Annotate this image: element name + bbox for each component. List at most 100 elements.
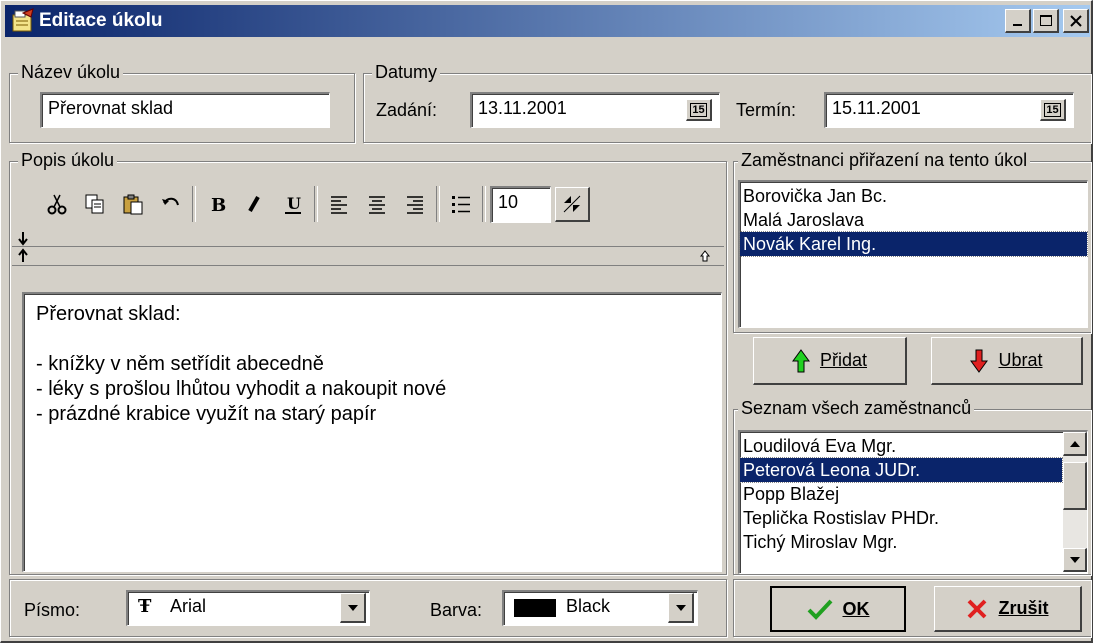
- copy-button[interactable]: [78, 187, 112, 221]
- font-dropdown-button[interactable]: [340, 593, 366, 623]
- align-right-button[interactable]: [398, 187, 432, 221]
- cancel-button[interactable]: Zrušit: [934, 586, 1082, 632]
- undo-button[interactable]: [154, 187, 188, 221]
- align-center-icon: [369, 196, 385, 214]
- font-size-spinner[interactable]: [555, 186, 590, 222]
- scroll-up-button[interactable]: [1063, 432, 1087, 456]
- italic-button[interactable]: [238, 187, 272, 221]
- list-item[interactable]: Teplička Rostislav PHDr.: [740, 506, 1062, 530]
- assigned-date-label: Zadání:: [376, 100, 438, 120]
- all-employees-group: Seznam všech zaměstnanců Loudilová Eva M…: [733, 398, 1091, 575]
- spinner-icon: [563, 195, 581, 212]
- font-value: Arial: [170, 596, 207, 616]
- ok-button-label: OK: [842, 598, 870, 619]
- cut-button[interactable]: [40, 187, 74, 221]
- align-left-icon: [331, 196, 347, 214]
- italic-icon: [248, 196, 260, 212]
- task-name-legend: Název úkolu: [18, 62, 124, 83]
- calendar-icon: 15: [690, 102, 707, 117]
- deadline-date-input[interactable]: 15.11.2001 15: [824, 92, 1074, 128]
- ruler: [12, 230, 724, 266]
- color-swatch: [514, 599, 556, 617]
- close-button[interactable]: [1063, 9, 1089, 33]
- maximize-icon: [1039, 14, 1052, 26]
- list-item[interactable]: Peterová Leona JUDr.: [740, 457, 1063, 483]
- align-left-button[interactable]: [322, 187, 356, 221]
- scroll-thumb[interactable]: [1063, 462, 1087, 510]
- all-employees-list[interactable]: Loudilová Eva Mgr. Peterová Leona JUDr. Po…: [738, 430, 1088, 574]
- paste-icon: [123, 194, 143, 215]
- task-name-group: Název úkolu Přerovnat sklad: [9, 62, 355, 143]
- assigned-calendar-button[interactable]: 15: [686, 99, 712, 121]
- window-title: Editace úkolu: [39, 10, 163, 31]
- color-label: Barva:: [430, 600, 483, 620]
- format-footer: Písmo: Ŧ Arial Barva: Black: [9, 579, 727, 637]
- left-indent-marker-icon[interactable]: [16, 248, 30, 264]
- list-item[interactable]: Novák Karel Ing.: [739, 231, 1088, 257]
- list-item[interactable]: Tichý Miroslav Mgr.: [740, 530, 1062, 554]
- chevron-down-icon: [675, 604, 686, 611]
- toolbar-separator: [436, 186, 440, 222]
- color-value: Black: [566, 596, 611, 616]
- remove-button-label: Ubrat: [998, 350, 1043, 370]
- description-line: [36, 327, 709, 352]
- checkmark-icon: [807, 599, 832, 620]
- list-item[interactable]: Loudilová Eva Mgr.: [740, 434, 1062, 458]
- scrollbar[interactable]: [1063, 432, 1087, 572]
- bold-button[interactable]: B: [200, 187, 234, 221]
- scroll-down-icon: [1069, 556, 1080, 563]
- description-line: Přerovnat sklad:: [36, 303, 181, 325]
- ok-button[interactable]: OK: [770, 586, 906, 632]
- font-size-input[interactable]: 10: [490, 185, 551, 223]
- chevron-down-icon: [347, 604, 358, 611]
- align-center-button[interactable]: [360, 187, 394, 221]
- dialog-window: Editace úkolu Název úkolu Přerovnat skla…: [0, 0, 1093, 643]
- title-bar[interactable]: Editace úkolu: [5, 5, 1090, 37]
- description-line: - prázdné krabice využít na starý papír: [36, 403, 377, 425]
- bullet-list-icon: [452, 196, 470, 213]
- list-item[interactable]: Popp Blažej: [740, 482, 1062, 506]
- list-item[interactable]: Borovička Jan Bc.: [740, 184, 1087, 208]
- copy-icon: [85, 194, 104, 214]
- toolbar-separator: [192, 186, 196, 222]
- add-button[interactable]: Přidat: [753, 337, 907, 385]
- assigned-employees-list[interactable]: Borovička Jan Bc. Malá Jaroslava Novák Kar…: [738, 180, 1088, 328]
- dialog-buttons-area: OK Zrušit: [733, 579, 1091, 637]
- color-select[interactable]: Black: [502, 590, 698, 626]
- assigned-date-input[interactable]: 13.11.2001 15: [470, 92, 720, 128]
- description-legend: Popis úkolu: [18, 150, 118, 171]
- svg-text:U: U: [287, 194, 301, 213]
- underline-button[interactable]: U: [276, 187, 310, 221]
- assigned-employees-legend: Zaměstnanci přiřazení na tento úkol: [738, 150, 1031, 171]
- truetype-font-icon: Ŧ: [138, 596, 152, 617]
- color-dropdown-button[interactable]: [668, 593, 694, 623]
- bold-icon: B: [211, 195, 226, 215]
- paste-button[interactable]: [116, 187, 150, 221]
- deadline-calendar-button[interactable]: 15: [1040, 99, 1066, 121]
- bullets-button[interactable]: [444, 187, 478, 221]
- calendar-icon: 15: [1044, 102, 1061, 117]
- maximize-button[interactable]: [1033, 9, 1059, 33]
- svg-text:B: B: [211, 195, 226, 215]
- deadline-date-value: 15.11.2001: [832, 98, 921, 118]
- cross-icon: [968, 599, 987, 618]
- minimize-button[interactable]: [1005, 9, 1031, 33]
- description-editor[interactable]: Přerovnat sklad: - knížky v něm setřídit …: [22, 292, 722, 572]
- right-indent-marker-icon[interactable]: [698, 248, 712, 264]
- assigned-employees-group: Zaměstnanci přiřazení na tento úkol Boro…: [733, 150, 1091, 333]
- deadline-date-label: Termín:: [736, 100, 797, 120]
- toolbar-separator: [482, 186, 486, 222]
- dates-legend: Datumy: [372, 62, 441, 83]
- toolbar-separator: [314, 186, 318, 222]
- scroll-down-button[interactable]: [1063, 548, 1087, 572]
- arrow-up-icon: [792, 348, 810, 372]
- undo-icon: [162, 197, 179, 206]
- font-select[interactable]: Ŧ Arial: [126, 590, 370, 626]
- add-button-label: Přidat: [819, 350, 868, 370]
- first-indent-marker-icon[interactable]: [16, 230, 30, 246]
- task-name-input[interactable]: Přerovnat sklad: [40, 92, 330, 128]
- remove-button[interactable]: Ubrat: [931, 337, 1083, 385]
- scroll-up-icon: [1069, 440, 1080, 447]
- list-item[interactable]: Malá Jaroslava: [740, 208, 1087, 232]
- font-size-value: 10: [498, 191, 519, 212]
